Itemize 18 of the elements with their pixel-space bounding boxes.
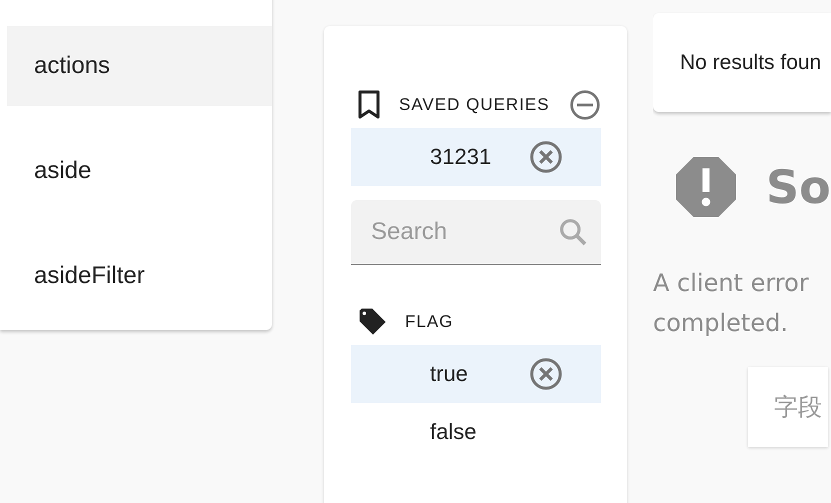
warning-octagon-icon [676, 157, 736, 217]
remove-icon[interactable] [569, 89, 601, 121]
search-field[interactable]: Search [351, 200, 601, 265]
menu-item[interactable]: actions [7, 26, 272, 106]
filter-item[interactable]: 31231 [351, 128, 601, 186]
filter-item[interactable]: false [351, 403, 601, 461]
section-title: FLAG [405, 312, 454, 332]
section-title: SAVED QUERIES [399, 95, 550, 115]
menu-item[interactable]: asideFilter [7, 236, 272, 316]
error-title: So [766, 160, 831, 214]
results-message: No results foun [653, 13, 831, 112]
error-text: completed. [653, 308, 788, 339]
clear-icon[interactable] [528, 356, 564, 392]
error-text: A client error [653, 268, 809, 299]
clear-icon[interactable] [528, 139, 564, 175]
filter-item[interactable]: true [351, 345, 601, 403]
search-icon [557, 216, 589, 248]
menu-item[interactable]: aside [7, 131, 272, 211]
